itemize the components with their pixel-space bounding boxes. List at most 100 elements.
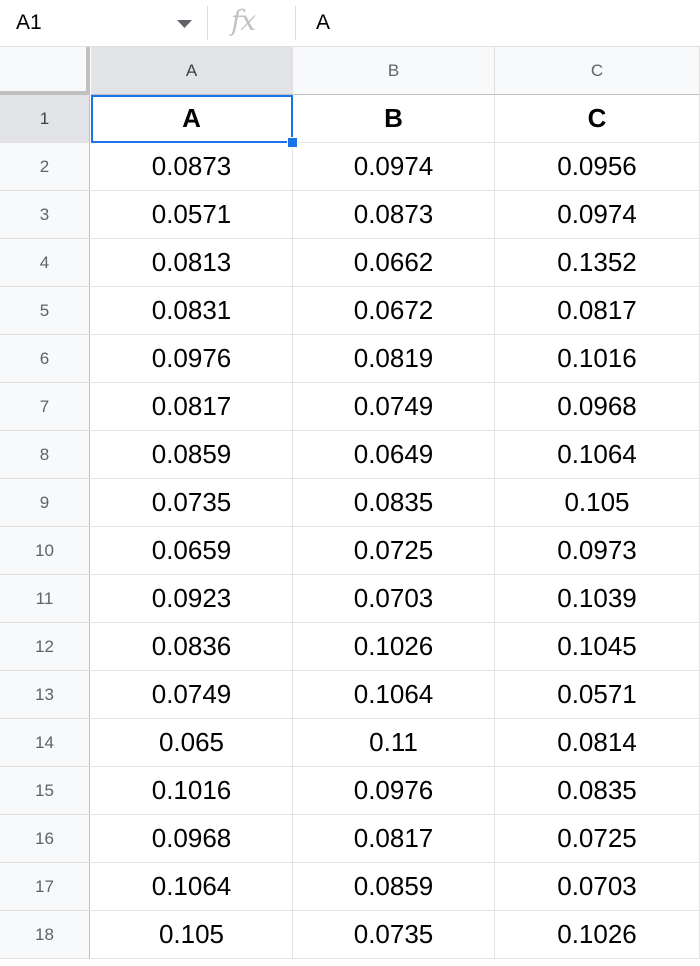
cell-c[interactable]: 0.1045 [495, 623, 700, 671]
spreadsheet-grid: A B C 1 A B C 2 0.0873 0.0974 0.0956 3 0.0571 0.08… [0, 47, 700, 966]
cell-c[interactable]: 0.0703 [495, 863, 700, 911]
row-header[interactable]: 1 [0, 95, 90, 143]
table-row: 1ABC [0, 95, 700, 143]
cell-a[interactable]: 0.0813 [91, 239, 293, 287]
cell-b[interactable]: 0.0725 [293, 527, 495, 575]
cell-c[interactable]: C [495, 95, 700, 143]
cell-b[interactable]: 0.1026 [293, 623, 495, 671]
fx-icon: fx [231, 4, 256, 37]
cell-a[interactable]: 0.065 [91, 719, 293, 767]
cell-b[interactable]: 0.0672 [293, 287, 495, 335]
row-header[interactable]: 13 [0, 671, 90, 719]
cell-a[interactable]: 0.0873 [91, 143, 293, 191]
cell-b[interactable]: 0.0817 [293, 815, 495, 863]
row-header[interactable]: 15 [0, 767, 90, 815]
cell-b[interactable]: B [293, 95, 495, 143]
cell-a[interactable]: 0.0659 [91, 527, 293, 575]
row-header[interactable]: 10 [0, 527, 90, 575]
cell-c[interactable]: 0.1016 [495, 335, 700, 383]
cell-a[interactable]: 0.0968 [91, 815, 293, 863]
cell-c[interactable]: 0.0725 [495, 815, 700, 863]
table-row: 14 0.065 0.11 0.0814 [0, 719, 700, 767]
divider [295, 6, 296, 40]
cell-a[interactable]: 0.1016 [91, 767, 293, 815]
cell-b[interactable]: 0.0749 [293, 383, 495, 431]
row-header[interactable]: 2 [0, 143, 90, 191]
fill-handle[interactable] [287, 137, 298, 148]
cell-a[interactable]: 0.105 [91, 911, 293, 959]
table-row: 6 0.0976 0.0819 0.1016 [0, 335, 700, 383]
cell-b[interactable]: 0.1064 [293, 671, 495, 719]
cell-c[interactable]: 0.0968 [495, 383, 700, 431]
row-header[interactable]: 6 [0, 335, 90, 383]
cell-b[interactable]: 0.0662 [293, 239, 495, 287]
cell-a[interactable]: A [91, 95, 293, 143]
cell-a[interactable]: 0.1064 [91, 863, 293, 911]
cell-c[interactable]: 0.0956 [495, 143, 700, 191]
cell-a[interactable]: 0.0831 [91, 287, 293, 335]
cell-b[interactable]: 0.11 [293, 719, 495, 767]
cell-a[interactable]: 0.0976 [91, 335, 293, 383]
column-header-b[interactable]: B [293, 47, 495, 95]
row-header[interactable]: 12 [0, 623, 90, 671]
table-row: 13 0.0749 0.1064 0.0571 [0, 671, 700, 719]
cell-c[interactable]: 0.1039 [495, 575, 700, 623]
column-header-a[interactable]: A [91, 47, 293, 95]
row-header[interactable]: 18 [0, 911, 90, 959]
divider [207, 6, 208, 40]
row-header[interactable]: 14 [0, 719, 90, 767]
cell-b[interactable]: 0.0974 [293, 143, 495, 191]
cell-b[interactable]: 0.0835 [293, 479, 495, 527]
cell-a[interactable]: 0.0836 [91, 623, 293, 671]
row-header[interactable]: 11 [0, 575, 90, 623]
table-row: 2 0.0873 0.0974 0.0956 [0, 143, 700, 191]
cell-b[interactable]: 0.0735 [293, 911, 495, 959]
name-box[interactable]: A1 [0, 0, 205, 46]
row-header[interactable]: 16 [0, 815, 90, 863]
cell-b[interactable]: 0.0859 [293, 863, 495, 911]
row-header[interactable]: 17 [0, 863, 90, 911]
cell-c[interactable]: 0.1026 [495, 911, 700, 959]
cell-c[interactable]: 0.0814 [495, 719, 700, 767]
cell-reference: A1 [16, 11, 42, 34]
table-row: 11 0.0923 0.0703 0.1039 [0, 575, 700, 623]
cell-a[interactable]: 0.0817 [91, 383, 293, 431]
cell-b[interactable]: 0.0819 [293, 335, 495, 383]
row-header[interactable]: 5 [0, 287, 90, 335]
cell-c[interactable]: 0.0835 [495, 767, 700, 815]
column-header-c[interactable]: C [495, 47, 700, 95]
cell-c[interactable]: 0.1352 [495, 239, 700, 287]
cell-a[interactable]: 0.0749 [91, 671, 293, 719]
table-row: 16 0.0968 0.0817 0.0725 [0, 815, 700, 863]
cell-a[interactable]: 0.0571 [91, 191, 293, 239]
row-header[interactable]: 3 [0, 191, 90, 239]
table-row: 7 0.0817 0.0749 0.0968 [0, 383, 700, 431]
formula-input[interactable]: A [316, 11, 330, 35]
table-row: 17 0.1064 0.0859 0.0703 [0, 863, 700, 911]
row-header[interactable]: 9 [0, 479, 90, 527]
cell-b[interactable]: 0.0649 [293, 431, 495, 479]
cell-c[interactable]: 0.0973 [495, 527, 700, 575]
cell-b[interactable]: 0.0873 [293, 191, 495, 239]
table-row: 12 0.0836 0.1026 0.1045 [0, 623, 700, 671]
cell-a[interactable]: 0.0735 [91, 479, 293, 527]
cell-c[interactable]: 0.0974 [495, 191, 700, 239]
row-header[interactable]: 4 [0, 239, 90, 287]
table-row: 10 0.0659 0.0725 0.0973 [0, 527, 700, 575]
select-all-corner[interactable] [0, 47, 90, 95]
row-header[interactable]: 8 [0, 431, 90, 479]
cell-c[interactable]: 0.1064 [495, 431, 700, 479]
column-header-row: A B C [0, 47, 700, 95]
cell-b[interactable]: 0.0976 [293, 767, 495, 815]
cell-a[interactable]: 0.0859 [91, 431, 293, 479]
table-row: 15 0.1016 0.0976 0.0835 [0, 767, 700, 815]
cell-a[interactable]: 0.0923 [91, 575, 293, 623]
table-row: 4 0.0813 0.0662 0.1352 [0, 239, 700, 287]
cell-c[interactable]: 0.0817 [495, 287, 700, 335]
row-header[interactable]: 7 [0, 383, 90, 431]
table-row: 3 0.0571 0.0873 0.0974 [0, 191, 700, 239]
cell-b[interactable]: 0.0703 [293, 575, 495, 623]
cell-c[interactable]: 0.105 [495, 479, 700, 527]
cell-c[interactable]: 0.0571 [495, 671, 700, 719]
chevron-down-icon[interactable] [176, 19, 193, 29]
